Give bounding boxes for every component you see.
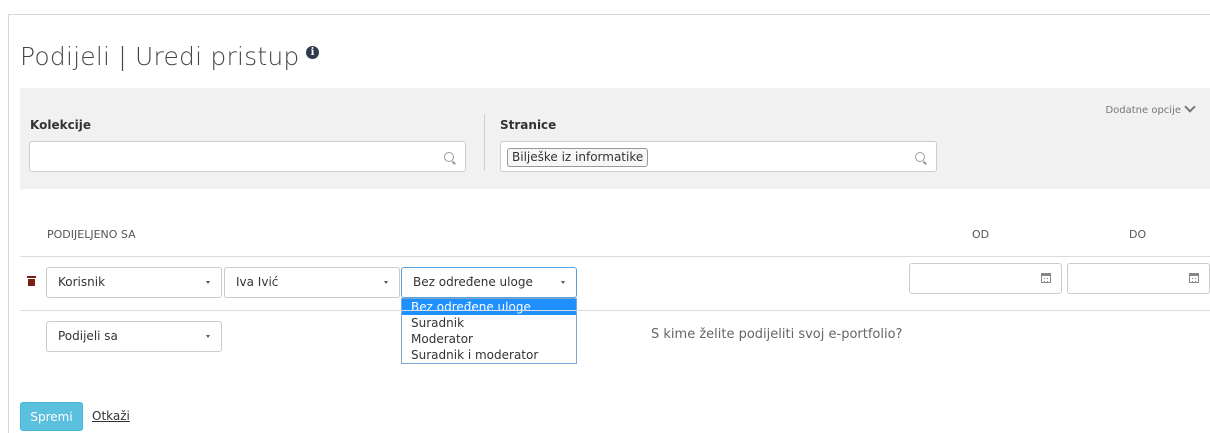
table-divider [20,256,1210,257]
share-type-select[interactable]: Korisnik [46,267,222,298]
column-header-shared-with: PODIJELJENO SA [47,228,136,241]
filter-panel: Dodatne opcije [20,88,1210,189]
share-with-value: Podijeli sa [58,329,118,343]
caret-down-icon [561,281,565,284]
from-date-input[interactable] [909,263,1062,294]
calendar-icon[interactable] [1189,273,1199,283]
extra-options-toggle[interactable]: Dodatne opcije [1105,101,1196,116]
pages-label: Stranice [500,118,557,132]
user-value: Iva Ivić [236,275,279,289]
cancel-link[interactable]: Otkaži [92,409,130,423]
role-option-none[interactable]: Bez određene uloge [402,299,576,315]
to-date-input[interactable] [1067,263,1210,294]
search-icon[interactable] [915,152,925,162]
page-title: Podijeli | Uredi pristup [20,42,300,71]
share-hint-text: S kime želite podijeliti svoj e-portfoli… [651,327,903,342]
trash-icon[interactable] [27,276,36,286]
trash-icon-body [28,279,35,286]
share-with-select[interactable]: Podijeli sa [46,321,222,352]
save-button[interactable]: Spremi [20,402,83,431]
calendar-icon[interactable] [1041,273,1051,283]
pages-search-input[interactable]: Bilješke iz informatike [500,141,937,172]
role-value: Bez određene uloge [413,275,533,289]
info-circle-icon[interactable]: i [306,46,319,59]
role-option-collaborator[interactable]: Suradnik [402,315,576,331]
column-header-from: OD [972,228,990,241]
page-frame-left-border [8,14,9,433]
role-dropdown-list: Bez određene uloge Suradnik Moderator Su… [401,298,577,364]
caret-down-icon [206,281,210,284]
caret-down-icon [206,335,210,338]
column-header-to: DO [1129,228,1147,241]
page-frame-top-border [8,14,1210,15]
collections-label: Kolekcije [30,118,92,132]
share-type-value: Korisnik [58,275,106,289]
extra-options-label: Dodatne opcije [1105,105,1181,116]
chevron-down-icon [1184,101,1196,113]
user-select[interactable]: Iva Ivić [224,267,400,298]
role-select[interactable]: Bez određene uloge [401,267,577,298]
filter-divider [484,114,485,171]
page-tag[interactable]: Bilješke iz informatike [507,148,649,167]
caret-down-icon [384,281,388,284]
search-icon[interactable] [444,152,454,162]
collections-search-input[interactable] [29,141,466,172]
role-option-moderator[interactable]: Moderator [402,331,576,347]
role-option-collaborator-moderator[interactable]: Suradnik i moderator [402,347,576,363]
row-divider [20,310,1210,311]
trash-icon-lid [27,276,36,278]
